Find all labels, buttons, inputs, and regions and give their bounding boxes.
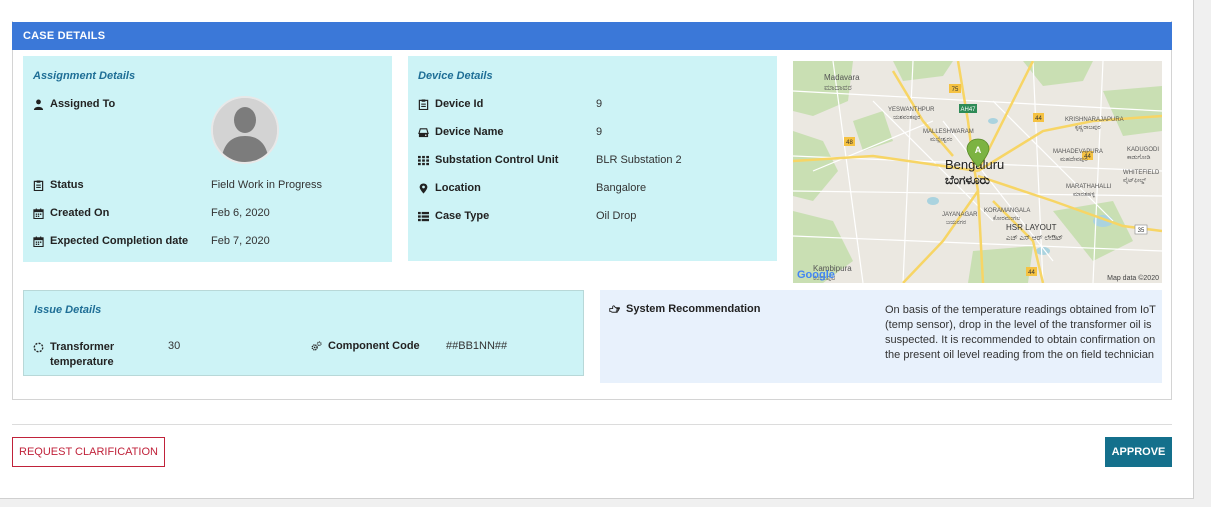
created-on-label: Created On: [33, 207, 109, 219]
cogs-icon: [311, 340, 322, 351]
place-krishnarajapura-kn: ಕೃಷ್ಣರಾಜಪುರ: [1075, 125, 1101, 131]
device-name-text: Device Name: [435, 126, 504, 138]
spinner-icon: [33, 342, 44, 353]
grid-icon: [418, 155, 429, 165]
list-icon: [418, 211, 429, 221]
road-badge-75: 75: [952, 87, 959, 93]
location-text: Location: [435, 182, 481, 194]
place-jayanagar: JAYANAGAR: [942, 212, 978, 218]
component-code-label: Component Code: [311, 340, 420, 352]
assignment-details-title: Assignment Details: [33, 70, 136, 82]
place-madavara: Madavara: [824, 73, 860, 82]
road-badge-44-south: 44: [1028, 270, 1035, 276]
location-label: Location: [418, 182, 481, 194]
approve-button[interactable]: APPROVE: [1105, 437, 1172, 467]
place-hsr-layout: HSR LAYOUT: [1006, 223, 1057, 232]
road-badge-35: 35: [1138, 228, 1145, 234]
place-madavara-kn: ಮಾದಾವರ: [824, 83, 852, 92]
avatar: [211, 96, 279, 164]
calendar-icon: [33, 235, 44, 247]
place-mahadevapura-kn: ಮಹದೇವಪುರ: [1060, 157, 1088, 163]
status-value: Field Work in Progress: [211, 179, 323, 191]
substation-control-unit-value: BLR Substation 2: [596, 154, 682, 166]
device-details-title: Device Details: [418, 70, 493, 82]
system-recommendation-text: System Recommendation: [626, 303, 761, 315]
place-kadugodi: KADUGODI: [1127, 147, 1159, 153]
created-on-text: Created On: [50, 207, 110, 219]
case-type-text: Case Type: [435, 210, 490, 222]
expected-completion-value: Feb 7, 2020: [211, 235, 270, 247]
clipboard-icon: [33, 179, 44, 191]
transformer-temperature-label: Transformer temperature: [33, 340, 153, 370]
hdd-icon: [418, 127, 429, 137]
system-recommendation-panel: System Recommendation On basis of the te…: [600, 290, 1162, 383]
assigned-to-label: Assigned To: [33, 98, 115, 110]
place-yeswanthpur-kn: ಯಶವಂತಪುರ: [893, 115, 920, 121]
device-id-value: 9: [596, 98, 603, 110]
assigned-to-text: Assigned To: [50, 98, 116, 110]
device-name-label: Device Name: [418, 126, 504, 138]
place-marathahalli-kn: ಮಾರತಹಳ್ಳಿ: [1073, 192, 1096, 198]
created-on-value: Feb 6, 2020: [211, 207, 270, 219]
place-whitefield: WHITEFIELD: [1123, 170, 1160, 176]
place-koramangala: KORAMANGALA: [984, 208, 1030, 214]
page: CASE DETAILS Assignment Details Assigned…: [0, 0, 1194, 499]
assignment-details-card: Assignment Details: [23, 56, 392, 262]
calendar-icon: [33, 207, 44, 219]
place-jayanagar-kn: ಜಯನಗರ: [946, 220, 966, 226]
device-id-text: Device Id: [435, 98, 484, 110]
device-id-label: Device Id: [418, 98, 483, 110]
hand-pointer-icon: [609, 304, 620, 313]
issue-details-title: Issue Details: [34, 304, 102, 316]
system-recommendation-body: On basis of the temperature readings obt…: [885, 304, 1156, 361]
map-attribution: Map data ©2020: [1107, 274, 1159, 282]
component-code-value: ##BB1NN##: [446, 340, 508, 352]
status-text: Status: [50, 179, 84, 191]
city-label-kannada: ಬೆಂಗಳೂರು: [945, 173, 990, 187]
map-canvas[interactable]: 75 AH47 44 48 44 35 44 Madavara ಮಾದಾವರ Y…: [793, 61, 1162, 283]
place-koramangala-kn: ಕೋರಮಂಗಲ: [993, 216, 1020, 222]
place-marathahalli: MARATHAHALLI: [1066, 184, 1112, 190]
person-silhouette-icon: [213, 98, 277, 162]
clipboard-icon: [418, 98, 429, 110]
footer-divider: [12, 424, 1172, 425]
place-yeswanthpur: YESWANTHPUR: [888, 107, 935, 113]
case-details-header: CASE DETAILS: [12, 22, 1172, 50]
location-value: Bangalore: [596, 182, 647, 194]
place-malleshwaram-kn: ಮಲ್ಲೇಶ್ವರಂ: [930, 137, 953, 143]
location-map[interactable]: 75 AH47 44 48 44 35 44 Madavara ಮಾದಾವರ Y…: [793, 61, 1162, 283]
map-marker-icon: [419, 182, 428, 194]
place-kadugodi-kn: ಕಾಡುಗೋಡಿ: [1127, 155, 1151, 161]
road-badge-48: 48: [846, 140, 853, 146]
device-name-value: 9: [596, 126, 603, 138]
road-badge-44-north: 44: [1035, 116, 1042, 122]
substation-control-unit-text: Substation Control Unit: [435, 154, 559, 166]
google-logo: Google: [797, 269, 835, 281]
case-type-value: Oil Drop: [596, 210, 637, 222]
user-icon: [33, 99, 44, 110]
place-malleshwaram: MALLESHWARAM: [923, 129, 974, 135]
transformer-temperature-text: Transformer temperature: [50, 341, 115, 368]
expected-completion-label: Expected Completion date: [33, 235, 188, 247]
status-label: Status: [33, 179, 84, 191]
component-code-text: Component Code: [328, 340, 420, 352]
request-clarification-button[interactable]: REQUEST CLARIFICATION: [12, 437, 165, 467]
place-whitefield-kn: ವೈಟ್‌ಫೀಲ್ಡ್: [1123, 178, 1146, 184]
map-pin-label: A: [975, 145, 982, 155]
substation-control-unit-label: Substation Control Unit: [418, 154, 558, 166]
system-recommendation-label: System Recommendation: [609, 303, 760, 315]
place-krishnarajapura: KRISHNARAJAPURA: [1065, 117, 1124, 123]
expected-completion-text: Expected Completion date: [50, 235, 189, 247]
case-type-label: Case Type: [418, 210, 489, 222]
place-mahadevapura: MAHADEVAPURA: [1053, 149, 1103, 155]
road-badge-ah47: AH47: [960, 107, 976, 113]
transformer-temperature-value: 30: [168, 340, 181, 352]
place-hsr-layout-kn: ಎಚ್ ಎಸ್ ಆರ್ ಲೇಔಟ್: [1006, 235, 1063, 242]
